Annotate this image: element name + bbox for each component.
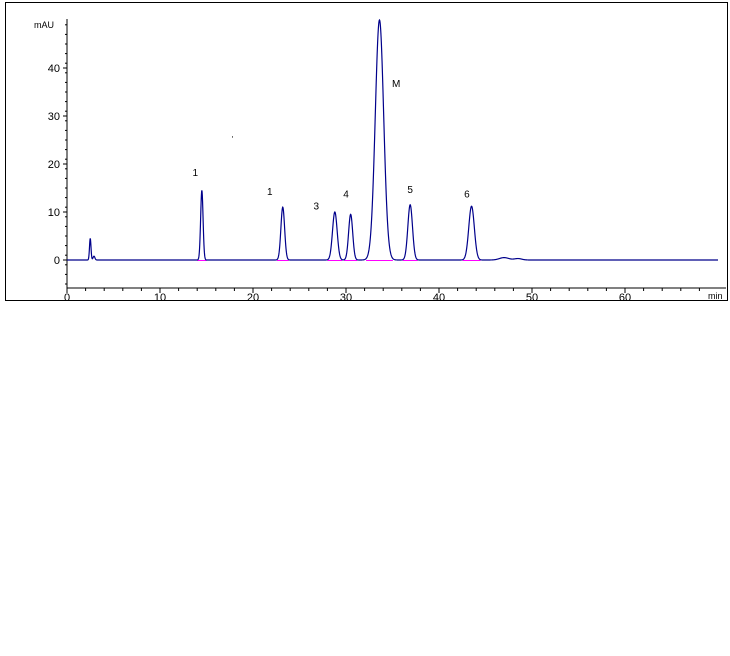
peak-label: 1: [193, 168, 199, 179]
chart-marks: [67, 18, 718, 261]
peak-label: 1: [267, 187, 273, 198]
x-tick-label: 60: [619, 292, 631, 302]
chromatogram-chart: mAU min 0 10 20 30 40 0 10 20 30 40 50 60 1 1 3 4 M 5 6.: [34, 18, 726, 302]
y-tick-label: 0: [54, 255, 60, 267]
y-tick-label: 40: [48, 63, 60, 75]
peak-label: 3: [313, 202, 319, 213]
y-unit-label: mAU: [34, 20, 54, 30]
x-tick-label: 10: [154, 292, 166, 302]
y-tick-label: 10: [48, 207, 60, 219]
y-tick-label: 20: [48, 159, 60, 171]
x-tick-label: 0: [64, 292, 70, 302]
peak-label: 5: [407, 185, 413, 196]
peak-label: M: [392, 79, 400, 90]
peak-label: .: [231, 130, 234, 141]
chromatogram-frame: mAU min 0 10 20 30 40 0 10 20 30 40 50 60 1 1 3 4 M 5 6.: [5, 2, 728, 302]
x-tick-label: 30: [340, 292, 352, 302]
peak-label: 6: [464, 190, 470, 201]
peak-labels: 1 1 3 4 M 5 6.: [193, 79, 471, 212]
peak-label: 4: [343, 190, 349, 201]
x-tick-label: 20: [247, 292, 259, 302]
x-tick-label: 40: [433, 292, 445, 302]
signal-trace: [67, 18, 718, 261]
y-tick-label: 30: [48, 111, 60, 123]
x-unit-label: min: [708, 291, 723, 301]
x-tick-label: 50: [526, 292, 538, 302]
